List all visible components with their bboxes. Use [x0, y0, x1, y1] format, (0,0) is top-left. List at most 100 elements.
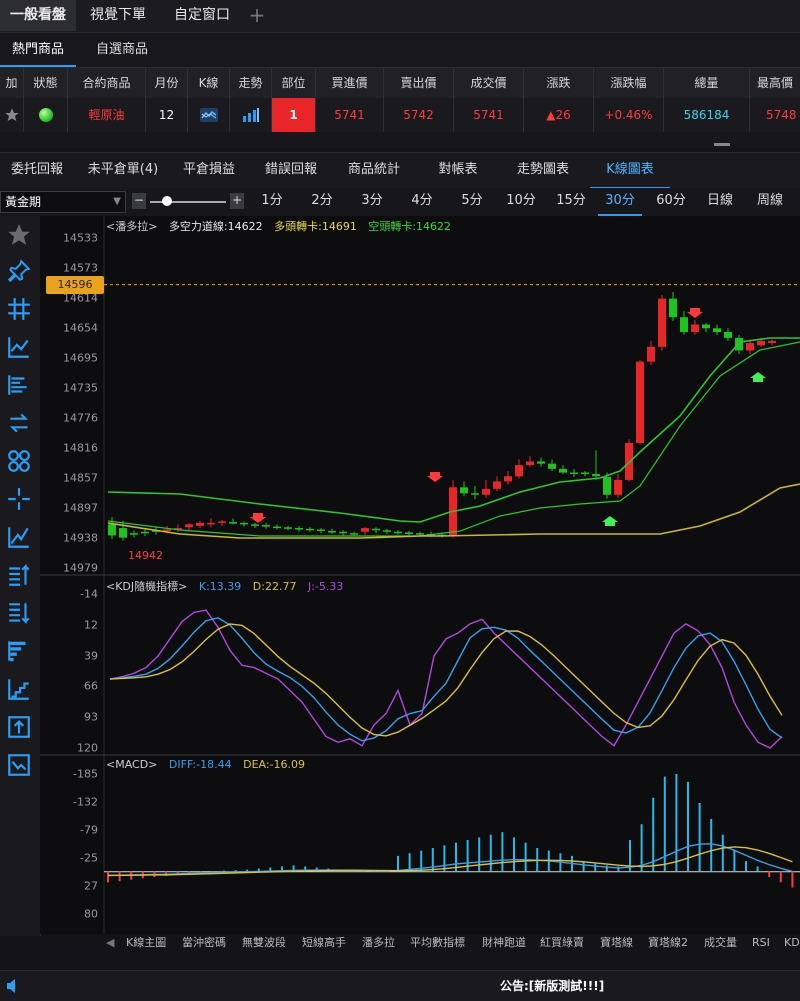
candle-body — [108, 524, 116, 536]
period-1min[interactable]: 1分 — [256, 188, 288, 216]
speaker-icon[interactable] — [6, 978, 20, 994]
kline-main-panel[interactable]: 14533 14573 14614 14654 14695 14735 14776 14816… — [40, 216, 800, 576]
header-status[interactable]: 狀態 — [24, 68, 68, 98]
header-product[interactable]: 合約商品 — [68, 68, 146, 98]
tab-kline-chart[interactable]: K線圖表 — [590, 153, 670, 189]
sort-down-tool[interactable] — [6, 600, 32, 626]
period-3min[interactable]: 3分 — [356, 188, 388, 216]
swap-tool[interactable] — [6, 410, 32, 436]
tab-general-view[interactable]: 一般看盤 — [0, 0, 76, 31]
grid-tool[interactable] — [6, 296, 32, 322]
line-chart-tool[interactable] — [6, 334, 32, 360]
tab-hot-products[interactable]: 熱門商品 — [0, 33, 76, 67]
header-position[interactable]: 部位 — [272, 68, 316, 98]
indicator-tab-short-term[interactable]: 短線高手 — [302, 934, 346, 952]
period-10min[interactable]: 10分 — [502, 188, 540, 216]
tab-product-stats[interactable]: 商品統計 — [334, 153, 414, 189]
tab-error-report[interactable]: 錯誤回報 — [252, 153, 330, 189]
indicator-tab-kline-main[interactable]: K線主圖 — [126, 934, 166, 952]
tab-trend-chart[interactable]: 走勢圖表 — [500, 153, 586, 189]
macd-panel[interactable]: -185 -132 -79 -25 27 80 <MACD> DIFF:-18.44 DE… — [40, 756, 800, 934]
tab-watchlist[interactable]: 自選商品 — [84, 33, 160, 67]
zoom-out-button[interactable]: − — [132, 193, 146, 209]
kdj-chart[interactable] — [40, 576, 800, 756]
indicator-tab-red-green[interactable]: 紅買綠賣 — [540, 934, 584, 952]
link-tool[interactable] — [6, 448, 32, 474]
bid-price[interactable]: 5741 — [316, 98, 384, 132]
tab-statement[interactable]: 對帳表 — [418, 153, 498, 189]
image-chart-tool[interactable] — [6, 752, 32, 778]
upload-tool[interactable] — [6, 714, 32, 740]
period-60min[interactable]: 60分 — [652, 188, 690, 216]
header-bid[interactable]: 買進價 — [316, 68, 384, 98]
candle-body — [185, 524, 193, 528]
tab-order-report[interactable]: 委托回報 — [0, 153, 74, 189]
product-name[interactable]: 輕原油 — [68, 98, 146, 132]
period-4min[interactable]: 4分 — [406, 188, 438, 216]
kdj-panel[interactable]: -14 12 39 66 93 120 <KDJ隨機指標> K:13.39 D:22.77… — [40, 576, 800, 756]
candle-body — [196, 522, 204, 526]
indicator-tab-daytrade[interactable]: 當沖密碼 — [182, 934, 226, 952]
ask-price[interactable]: 5742 — [384, 98, 454, 132]
trend-button[interactable] — [230, 98, 272, 132]
header-volume[interactable]: 總量 — [664, 68, 750, 98]
sort-up-tool[interactable] — [6, 562, 32, 588]
tab-closed-pnl[interactable]: 平倉損益 — [170, 153, 248, 189]
indicator-tab-kd[interactable]: KD — [784, 934, 800, 952]
candle-body — [526, 461, 534, 466]
candle-body — [603, 476, 611, 495]
trend-tool[interactable] — [6, 524, 32, 550]
macd-chart[interactable] — [40, 756, 800, 934]
header-trend[interactable]: 走勢 — [230, 68, 272, 98]
period-2min[interactable]: 2分 — [306, 188, 338, 216]
indicator-tab-fortune[interactable]: 財神跑道 — [482, 934, 526, 952]
indicator-tab-average[interactable]: 平均數指標 — [410, 934, 465, 952]
drawing-tools-sidebar — [0, 216, 41, 936]
candle-body — [669, 298, 677, 318]
zoom-slider-handle[interactable] — [162, 196, 172, 206]
period-30min[interactable]: 30分 — [598, 188, 642, 216]
header-change-pct[interactable]: 漲跌幅 — [594, 68, 664, 98]
favorite-tool[interactable] — [6, 222, 32, 248]
favorite-star[interactable] — [0, 98, 24, 132]
header-ask[interactable]: 賣出價 — [384, 68, 454, 98]
period-weekly[interactable]: 周線 — [752, 188, 788, 216]
tab-open-positions[interactable]: 未平倉單(4) — [78, 153, 168, 189]
period-5min[interactable]: 5分 — [456, 188, 488, 216]
period-15min[interactable]: 15分 — [552, 188, 590, 216]
add-tab-button[interactable]: + — [244, 0, 270, 31]
bars-left-tool[interactable] — [6, 372, 32, 398]
product-select[interactable]: 黃金期 ▼ — [0, 191, 126, 213]
indicator-tab-pandora[interactable]: 潘多拉 — [362, 934, 395, 952]
indicator-scroll-left[interactable]: ◀ — [106, 934, 114, 952]
candle-body — [262, 525, 270, 527]
scrollbar-thumb[interactable] — [714, 143, 730, 146]
horizontal-scrollbar[interactable] — [0, 132, 800, 148]
position-count[interactable]: 1 — [272, 98, 316, 132]
indicator-tab-tower2[interactable]: 寶塔線2 — [648, 934, 688, 952]
header-add[interactable]: 加 — [0, 68, 24, 98]
indicator-tab-volume[interactable]: 成交量 — [704, 934, 737, 952]
indicator-tab-tower[interactable]: 寶塔線 — [600, 934, 633, 952]
kdj-legend-title: <KDJ隨機指標> — [106, 580, 188, 593]
pin-tool[interactable] — [6, 258, 32, 284]
price-tick-label: 14897 — [63, 501, 98, 515]
period-daily[interactable]: 日線 — [702, 188, 738, 216]
tab-visual-order[interactable]: 視覺下單 — [80, 0, 156, 31]
table-row[interactable]: 輕原油 12 1 5741 5742 5741 ▲26 +0.46% 58618… — [0, 98, 800, 132]
header-last[interactable]: 成交價 — [454, 68, 524, 98]
last-price: 5741 — [454, 98, 524, 132]
crosshair-tool[interactable] — [6, 486, 32, 512]
kline-chart[interactable] — [40, 216, 800, 576]
header-high[interactable]: 最高價 — [750, 68, 800, 98]
hbar-tool[interactable] — [6, 638, 32, 664]
indicator-tab-rsi[interactable]: RSI — [752, 934, 770, 952]
step-tool[interactable] — [6, 676, 32, 702]
zoom-in-button[interactable]: + — [230, 193, 244, 209]
header-month[interactable]: 月份 — [146, 68, 188, 98]
header-change[interactable]: 漲跌 — [524, 68, 594, 98]
indicator-tab-wave[interactable]: 無雙波段 — [242, 934, 286, 952]
kline-button[interactable] — [188, 98, 230, 132]
tab-custom-window[interactable]: 自定窗口 — [164, 0, 240, 31]
header-kline[interactable]: K線 — [188, 68, 230, 98]
